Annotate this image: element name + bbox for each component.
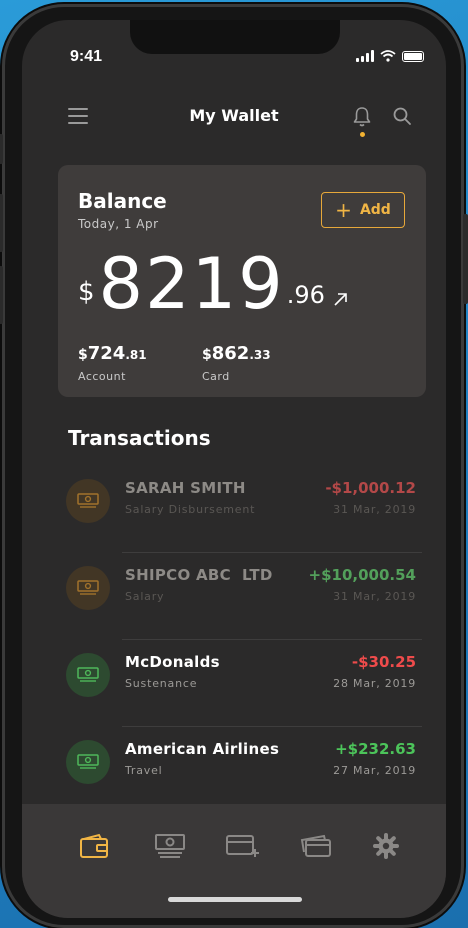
power-button [463, 214, 468, 304]
transaction-name: American Airlines [125, 740, 280, 758]
status-icons [356, 50, 424, 62]
page-title: My Wallet [189, 106, 279, 125]
balance-amount-decimal: .96 [286, 281, 325, 309]
bottom-nav [22, 804, 446, 918]
account-decimal: .81 [125, 348, 147, 362]
wifi-icon [380, 50, 396, 62]
transaction-date: 31 Mar, 2019 [333, 590, 416, 603]
divider [122, 639, 422, 640]
cash-icon [66, 479, 110, 523]
transaction-category: Travel [125, 764, 163, 777]
tab-cards[interactable] [298, 828, 334, 864]
cash-icon [66, 566, 110, 610]
account-label: Account [78, 370, 126, 383]
wallet-icon [80, 833, 108, 858]
transaction-amount: +$10,000.54 [308, 566, 416, 584]
app-screen: 9:41 My Wallet Balance Today, 1 Apr + Ad… [22, 20, 446, 918]
transaction-category: Sustenance [125, 677, 198, 690]
transaction-date: 27 Mar, 2019 [333, 764, 416, 777]
balance-currency: $ [78, 277, 95, 307]
add-button-label: Add [359, 202, 391, 218]
home-indicator[interactable] [168, 897, 302, 902]
tab-add-card[interactable] [224, 828, 260, 864]
tab-wallet[interactable] [76, 828, 112, 864]
volume-up-button [0, 194, 3, 252]
transaction-item[interactable]: McDonalds Sustenance -$30.25 28 Mar, 201… [66, 647, 422, 727]
transaction-name: McDonalds [125, 653, 220, 671]
cash-icon [155, 834, 185, 858]
transaction-amount: +$232.63 [335, 740, 416, 758]
cash-icon [66, 653, 110, 697]
divider [122, 726, 422, 727]
tab-settings[interactable] [368, 828, 404, 864]
transaction-name: SARAH SMITH [125, 479, 246, 497]
notification-dot [360, 132, 365, 137]
battery-icon [402, 50, 424, 62]
search-icon[interactable] [392, 106, 412, 126]
balance-amount: $ 8219 .96 [78, 249, 349, 319]
volume-down-button [0, 266, 3, 324]
card-balance: $862.33 Card [202, 343, 271, 383]
account-currency: $ [78, 347, 88, 363]
balance-title: Balance [78, 189, 167, 213]
account-balance: $724.81 Account [78, 343, 147, 383]
transaction-item[interactable]: SHIPCO ABC LTD Salary +$10,000.54 31 Mar… [66, 560, 422, 640]
divider [122, 552, 422, 553]
add-card-icon [226, 835, 259, 857]
transaction-category: Salary Disbursement [125, 503, 256, 516]
account-amount: 724 [87, 343, 126, 364]
signal-icon [356, 50, 374, 62]
transaction-item[interactable]: SARAH SMITH Salary Disbursement -$1,000.… [66, 473, 422, 553]
balance-date: Today, 1 Apr [78, 217, 159, 231]
card-amount: 862 [211, 343, 250, 364]
mute-switch [0, 134, 3, 164]
plus-icon: + [335, 198, 352, 222]
add-button[interactable]: + Add [321, 192, 405, 228]
cash-icon [66, 740, 110, 784]
arrow-up-right-icon [334, 293, 347, 306]
transaction-amount: -$30.25 [351, 653, 416, 671]
card-decimal: .33 [249, 348, 271, 362]
card-currency: $ [202, 347, 212, 363]
balance-amount-main: 8219 [98, 243, 285, 325]
transactions-heading: Transactions [68, 426, 211, 450]
tab-cash[interactable] [152, 828, 188, 864]
transaction-item[interactable]: American Airlines Travel +$232.63 27 Mar… [66, 734, 422, 814]
phone-frame: 9:41 My Wallet Balance Today, 1 Apr + Ad… [0, 4, 468, 928]
card-label: Card [202, 370, 230, 383]
transaction-date: 28 Mar, 2019 [333, 677, 416, 690]
status-time: 9:41 [70, 48, 103, 65]
transaction-date: 31 Mar, 2019 [333, 503, 416, 516]
transaction-name: SHIPCO ABC LTD [125, 566, 273, 584]
notch [130, 20, 340, 54]
bell-icon[interactable] [352, 106, 372, 128]
gear-icon [373, 833, 399, 859]
cards-icon [300, 834, 331, 857]
balance-card: Balance Today, 1 Apr + Add $ 8219 .96 $7… [58, 165, 426, 397]
transaction-category: Salary [125, 590, 165, 603]
transaction-amount: -$1,000.12 [325, 479, 416, 497]
